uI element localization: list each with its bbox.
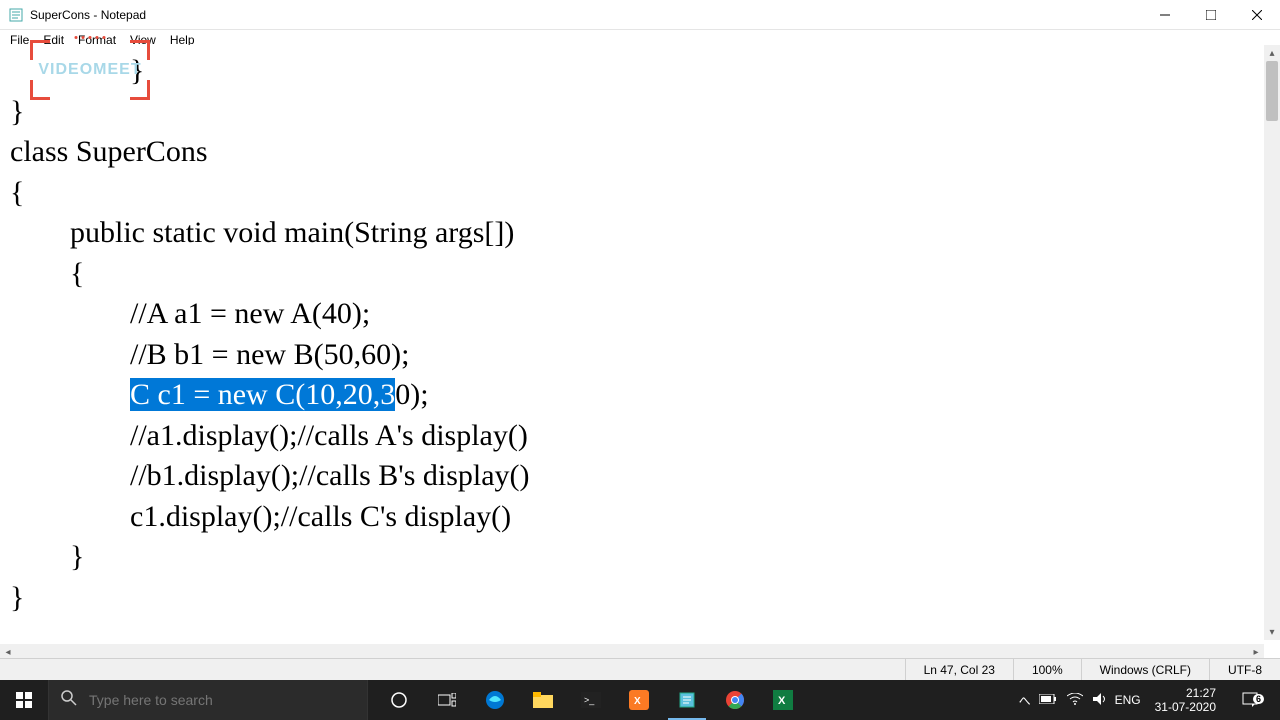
terminal-icon[interactable]: >_: [568, 680, 614, 720]
scroll-track[interactable]: [1264, 61, 1280, 624]
svg-text:X: X: [634, 696, 641, 707]
scroll-up-button[interactable]: ▴: [1264, 45, 1280, 61]
tray-clock[interactable]: 21:27 31-07-2020: [1149, 686, 1222, 715]
excel-icon[interactable]: X: [760, 680, 806, 720]
clock-date: 31-07-2020: [1155, 700, 1216, 714]
vertical-scrollbar[interactable]: ▴ ▾: [1264, 45, 1280, 640]
editor-area[interactable]: } } class SuperCons { public static void…: [0, 45, 1280, 640]
task-view-icon[interactable]: [424, 680, 470, 720]
file-explorer-icon[interactable]: [520, 680, 566, 720]
edge-icon[interactable]: [472, 680, 518, 720]
xampp-icon[interactable]: X: [616, 680, 662, 720]
wifi-icon[interactable]: [1067, 693, 1083, 708]
notification-badge: 6: [1253, 694, 1264, 704]
titlebar: SuperCons - Notepad: [0, 0, 1280, 30]
svg-text:X: X: [778, 695, 786, 707]
status-lineending: Windows (CRLF): [1081, 659, 1209, 680]
start-button[interactable]: [0, 680, 48, 720]
status-zoom: 100%: [1013, 659, 1081, 680]
minimize-button[interactable]: [1142, 0, 1188, 30]
close-button[interactable]: [1234, 0, 1280, 30]
tray-language[interactable]: ENG: [1115, 693, 1141, 707]
battery-icon[interactable]: [1039, 693, 1057, 707]
chrome-icon[interactable]: [712, 680, 758, 720]
text-content[interactable]: } } class SuperCons { public static void…: [0, 45, 1280, 640]
window-title: SuperCons - Notepad: [30, 8, 1142, 22]
taskbar-search[interactable]: [48, 680, 368, 720]
scroll-down-button[interactable]: ▾: [1264, 624, 1280, 640]
svg-text:>_: >_: [584, 695, 595, 705]
search-icon: [61, 690, 77, 711]
maximize-button[interactable]: [1188, 0, 1234, 30]
text-selection: C c1 = new C(10,20,3: [130, 378, 395, 411]
clock-time: 21:27: [1155, 686, 1216, 700]
search-input[interactable]: [89, 692, 355, 708]
tray-expand-icon[interactable]: へ: [1019, 692, 1031, 709]
cortana-icon[interactable]: [376, 680, 422, 720]
scroll-thumb[interactable]: [1266, 61, 1278, 121]
taskbar: >_ X X へ ENG 21:27 31-07-2020 6: [0, 680, 1280, 720]
notification-center-icon[interactable]: 6: [1230, 692, 1270, 708]
status-position: Ln 47, Col 23: [905, 659, 1013, 680]
notepad-taskbar-icon[interactable]: [664, 680, 710, 720]
system-tray: へ ENG 21:27 31-07-2020 6: [1009, 680, 1280, 720]
volume-icon[interactable]: [1093, 692, 1107, 709]
status-encoding: UTF-8: [1209, 659, 1280, 680]
notepad-icon: [8, 7, 24, 23]
statusbar: Ln 47, Col 23 100% Windows (CRLF) UTF-8: [0, 658, 1280, 680]
